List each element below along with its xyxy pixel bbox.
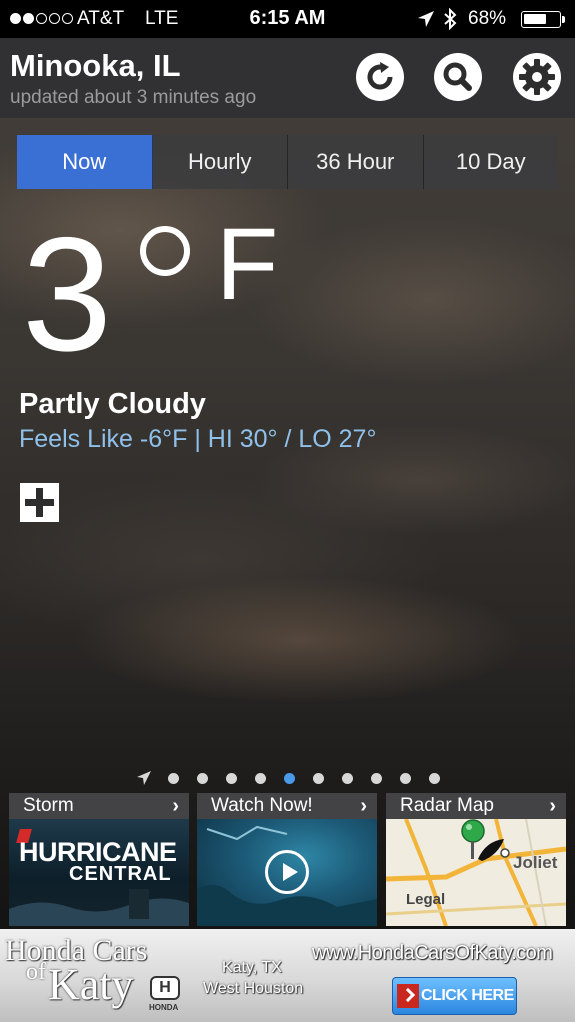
- page-indicator: [136, 770, 458, 786]
- hurricane-central-image: HURRICANE CENTRAL: [9, 819, 189, 926]
- ad-location-line2: West Houston: [203, 980, 304, 997]
- watch-now-tile-label: Watch Now!: [211, 795, 313, 816]
- page-dot[interactable]: [197, 772, 208, 784]
- ad-brand-of: of: [26, 959, 46, 985]
- page-dot[interactable]: [342, 772, 353, 784]
- battery-fill: [524, 14, 546, 24]
- chevron-right-icon: ›: [172, 794, 179, 817]
- expand-details-button[interactable]: [20, 483, 59, 522]
- refresh-icon: [367, 62, 393, 90]
- page-dot[interactable]: [371, 772, 382, 784]
- ad-brand-line2: Katy: [48, 960, 134, 1009]
- refresh-button[interactable]: [356, 53, 404, 101]
- current-temperature: 3: [22, 204, 112, 385]
- page-dot[interactable]: [313, 772, 324, 784]
- page-dot[interactable]: [255, 772, 266, 784]
- search-button[interactable]: [434, 53, 482, 101]
- storm-tile[interactable]: Storm › HURRICANE CENTRAL: [9, 793, 189, 926]
- updated-timestamp: updated about 3 minutes ago: [10, 87, 257, 108]
- battery-percent: 68%: [468, 8, 507, 29]
- city-name: Minooka, IL: [10, 48, 181, 83]
- ad-banner[interactable]: Honda Cars of Katy H HONDA Katy, TX West…: [0, 929, 575, 1022]
- battery-tip: [562, 16, 565, 23]
- map-legal-link[interactable]: Legal: [406, 891, 445, 908]
- honda-logo-icon: H: [150, 976, 180, 1000]
- ad-click-here-label: CLICK HERE: [421, 987, 514, 1004]
- page-dot[interactable]: [226, 772, 237, 784]
- chevron-right-icon: [397, 984, 419, 1008]
- central-title: CENTRAL: [69, 863, 172, 885]
- radar-map-thumbnail: Joliet Legal: [386, 819, 566, 926]
- status-bar: AT&T LTE 6:15 AM 68%: [0, 0, 575, 38]
- storm-tile-label: Storm: [23, 795, 74, 816]
- radar-map-tile-header: Radar Map ›: [386, 793, 566, 819]
- radar-map-tile-label: Radar Map: [400, 795, 494, 816]
- ad-location-line1: Katy, TX: [222, 959, 282, 976]
- page-dot[interactable]: [284, 772, 295, 784]
- map-pin-icon: [461, 819, 485, 859]
- tab-now[interactable]: Now: [17, 135, 153, 189]
- battery-icon: [521, 11, 561, 28]
- chevron-right-icon: ›: [549, 794, 556, 817]
- tab-36-hour[interactable]: 36 Hour: [288, 135, 424, 189]
- radar-map-tile[interactable]: Radar Map › Joliet Legal: [386, 793, 566, 926]
- chevron-right-icon: ›: [360, 794, 367, 817]
- storm-tile-header: Storm ›: [9, 793, 189, 819]
- play-icon[interactable]: [265, 850, 309, 894]
- tab-10-day[interactable]: 10 Day: [423, 135, 558, 189]
- location-arrow-icon: [137, 771, 151, 785]
- tab-hourly[interactable]: Hourly: [152, 135, 288, 189]
- watch-now-tile-header: Watch Now! ›: [197, 793, 377, 819]
- page-dot[interactable]: [429, 772, 440, 784]
- temperature-unit: F: [216, 207, 279, 321]
- ad-url[interactable]: www.HondaCarsOfKaty.com: [312, 942, 553, 965]
- location-header: Minooka, IL updated about 3 minutes ago: [0, 38, 575, 118]
- condition-text: Partly Cloudy: [19, 388, 206, 420]
- settings-button[interactable]: [513, 53, 561, 101]
- degree-symbol: [140, 226, 190, 276]
- stormy-sea-graphic: [9, 889, 189, 926]
- location-arrow-icon: [418, 11, 434, 27]
- bluetooth-icon: [444, 8, 457, 30]
- page-dot[interactable]: [400, 772, 411, 784]
- gear-icon: [519, 59, 555, 95]
- watch-now-tile[interactable]: Watch Now! ›: [197, 793, 377, 926]
- search-icon: [443, 62, 472, 91]
- page-dot[interactable]: [168, 772, 179, 784]
- video-thumbnail: [197, 819, 377, 926]
- feels-like-hi-lo: Feels Like -6°F | HI 30° / LO 27°: [19, 425, 377, 453]
- ad-click-here-button[interactable]: CLICK HERE: [392, 977, 517, 1015]
- honda-wordmark: HONDA: [149, 1003, 179, 1012]
- map-city-label: Joliet: [513, 853, 558, 872]
- forecast-tabs: Now Hourly 36 Hour 10 Day: [17, 135, 558, 189]
